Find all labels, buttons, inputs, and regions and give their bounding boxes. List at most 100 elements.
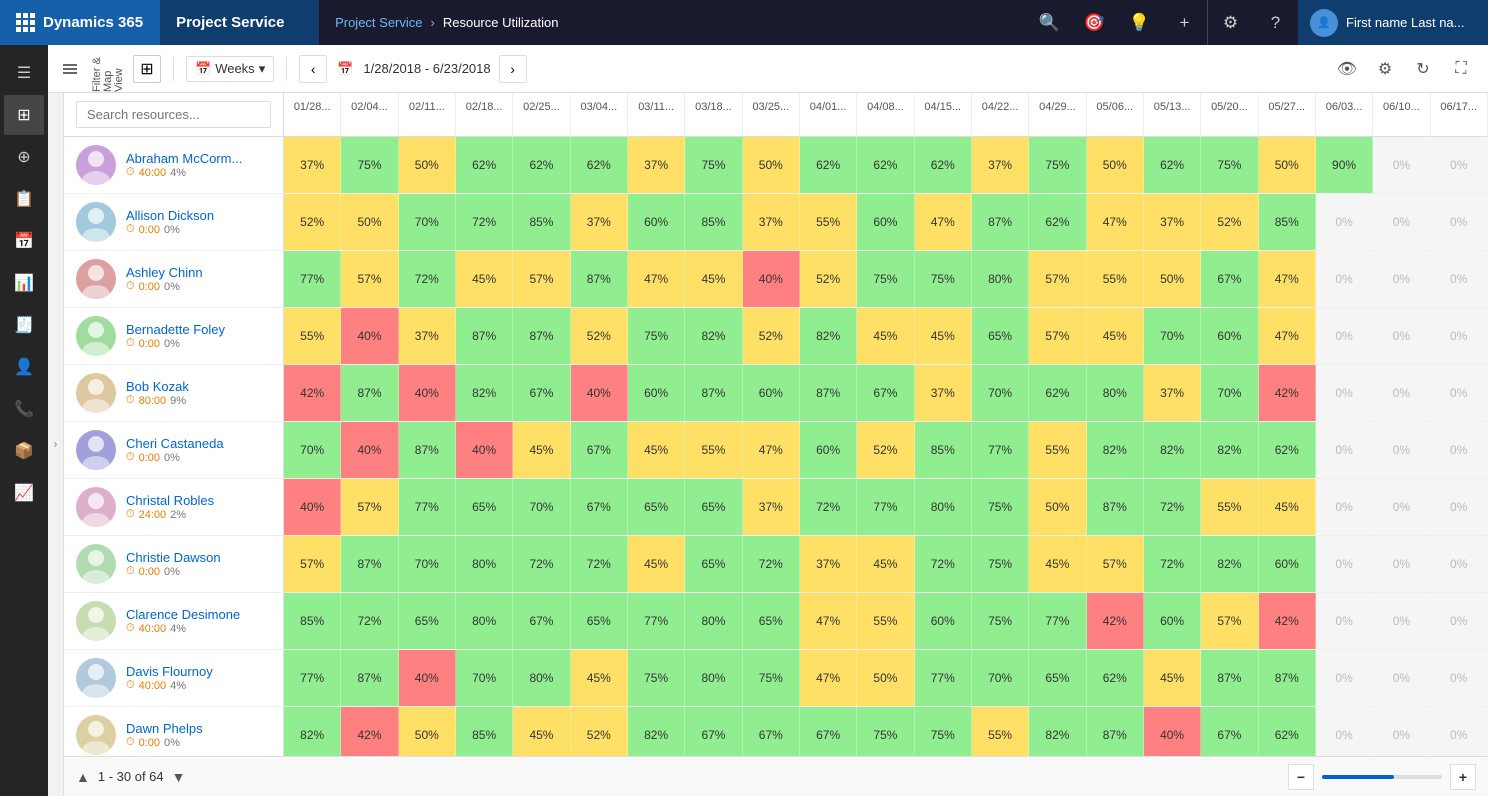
- utilization-cell[interactable]: 47%: [1259, 308, 1316, 364]
- utilization-cell[interactable]: 87%: [341, 365, 398, 421]
- utilization-cell[interactable]: 67%: [571, 422, 628, 478]
- utilization-cell[interactable]: 87%: [513, 308, 570, 364]
- utilization-cell[interactable]: 65%: [628, 479, 685, 535]
- resource-name[interactable]: Christal Robles: [126, 493, 214, 508]
- utilization-cell[interactable]: 0%: [1373, 593, 1430, 649]
- utilization-cell[interactable]: 0%: [1316, 707, 1373, 756]
- resource-name[interactable]: Abraham McCorm...: [126, 151, 242, 166]
- utilization-cell[interactable]: 60%: [628, 194, 685, 250]
- utilization-cell[interactable]: 80%: [456, 536, 513, 592]
- utilization-cell[interactable]: 0%: [1373, 536, 1430, 592]
- resource-name[interactable]: Bob Kozak: [126, 379, 189, 394]
- utilization-cell[interactable]: 75%: [857, 251, 914, 307]
- weeks-selector[interactable]: 📅 Weeks ▾: [186, 56, 274, 82]
- utilization-cell[interactable]: 85%: [513, 194, 570, 250]
- utilization-cell[interactable]: 65%: [456, 479, 513, 535]
- utilization-cell[interactable]: 70%: [399, 536, 456, 592]
- filter-map-button[interactable]: [60, 64, 80, 74]
- sidebar-home[interactable]: ⊞: [4, 95, 44, 135]
- utilization-cell[interactable]: 52%: [284, 194, 341, 250]
- utilization-cell[interactable]: 87%: [1087, 707, 1144, 756]
- utilization-cell[interactable]: 0%: [1373, 251, 1430, 307]
- ps-nav[interactable]: Project Service: [159, 0, 319, 45]
- utilization-cell[interactable]: 72%: [1144, 479, 1201, 535]
- resource-name[interactable]: Ashley Chinn: [126, 265, 203, 280]
- target-icon-btn[interactable]: 🎯: [1072, 0, 1117, 45]
- utilization-cell[interactable]: 42%: [284, 365, 341, 421]
- utilization-cell[interactable]: 77%: [399, 479, 456, 535]
- utilization-cell[interactable]: 37%: [571, 194, 628, 250]
- resource-name[interactable]: Christie Dawson: [126, 550, 221, 565]
- utilization-cell[interactable]: 62%: [857, 137, 914, 193]
- utilization-cell[interactable]: 72%: [456, 194, 513, 250]
- utilization-cell[interactable]: 40%: [1144, 707, 1201, 756]
- utilization-cell[interactable]: 45%: [628, 422, 685, 478]
- utilization-cell[interactable]: 65%: [571, 593, 628, 649]
- utilization-cell[interactable]: 45%: [571, 650, 628, 706]
- utilization-cell[interactable]: 37%: [1144, 365, 1201, 421]
- utilization-cell[interactable]: 87%: [399, 422, 456, 478]
- utilization-cell[interactable]: 0%: [1316, 422, 1373, 478]
- utilization-cell[interactable]: 77%: [628, 593, 685, 649]
- utilization-cell[interactable]: 55%: [857, 593, 914, 649]
- sidebar-reports[interactable]: 📊: [4, 263, 44, 303]
- utilization-cell[interactable]: 57%: [1029, 251, 1086, 307]
- utilization-cell[interactable]: 62%: [1259, 707, 1316, 756]
- utilization-cell[interactable]: 72%: [915, 536, 972, 592]
- utilization-cell[interactable]: 0%: [1373, 137, 1430, 193]
- utilization-cell[interactable]: 67%: [513, 593, 570, 649]
- sidebar-resources[interactable]: ⊕: [4, 137, 44, 177]
- settings-icon-btn[interactable]: ⚙: [1208, 0, 1253, 45]
- utilization-cell[interactable]: 45%: [628, 536, 685, 592]
- zoom-slider[interactable]: [1322, 775, 1442, 779]
- utilization-cell[interactable]: 50%: [857, 650, 914, 706]
- utilization-cell[interactable]: 80%: [513, 650, 570, 706]
- utilization-cell[interactable]: 77%: [284, 251, 341, 307]
- utilization-cell[interactable]: 82%: [1144, 422, 1201, 478]
- utilization-cell[interactable]: 60%: [800, 422, 857, 478]
- utilization-cell[interactable]: 75%: [972, 536, 1029, 592]
- resource-name[interactable]: Clarence Desimone: [126, 607, 240, 622]
- utilization-cell[interactable]: 0%: [1316, 479, 1373, 535]
- sidebar-calendar[interactable]: 📅: [4, 221, 44, 261]
- utilization-cell[interactable]: 52%: [1201, 194, 1258, 250]
- utilization-cell[interactable]: 37%: [284, 137, 341, 193]
- utilization-cell[interactable]: 82%: [1201, 422, 1258, 478]
- utilization-cell[interactable]: 47%: [800, 650, 857, 706]
- utilization-cell[interactable]: 0%: [1373, 308, 1430, 364]
- zoom-in-btn[interactable]: +: [1450, 764, 1476, 790]
- utilization-cell[interactable]: 40%: [341, 308, 398, 364]
- utilization-cell[interactable]: 40%: [571, 365, 628, 421]
- utilization-cell[interactable]: 0%: [1373, 365, 1430, 421]
- fullscreen-btn[interactable]: ⛶: [1446, 54, 1476, 84]
- utilization-cell[interactable]: 62%: [1087, 650, 1144, 706]
- utilization-cell[interactable]: 50%: [1029, 479, 1086, 535]
- utilization-cell[interactable]: 77%: [857, 479, 914, 535]
- utilization-cell[interactable]: 0%: [1431, 707, 1488, 756]
- sidebar-projects[interactable]: 📋: [4, 179, 44, 219]
- zoom-out-btn[interactable]: −: [1288, 764, 1314, 790]
- utilization-cell[interactable]: 0%: [1316, 593, 1373, 649]
- next-period-btn[interactable]: ›: [499, 55, 527, 83]
- utilization-cell[interactable]: 55%: [1029, 422, 1086, 478]
- utilization-cell[interactable]: 75%: [972, 479, 1029, 535]
- utilization-cell[interactable]: 82%: [1029, 707, 1086, 756]
- utilization-cell[interactable]: 67%: [743, 707, 800, 756]
- utilization-cell[interactable]: 42%: [1087, 593, 1144, 649]
- utilization-cell[interactable]: 0%: [1431, 422, 1488, 478]
- utilization-cell[interactable]: 80%: [915, 479, 972, 535]
- utilization-cell[interactable]: 70%: [456, 650, 513, 706]
- utilization-cell[interactable]: 50%: [743, 137, 800, 193]
- utilization-cell[interactable]: 65%: [685, 479, 742, 535]
- utilization-cell[interactable]: 85%: [456, 707, 513, 756]
- utilization-cell[interactable]: 80%: [685, 593, 742, 649]
- utilization-cell[interactable]: 82%: [1201, 536, 1258, 592]
- expand-btn[interactable]: ⊞: [133, 55, 161, 83]
- utilization-cell[interactable]: 62%: [1259, 422, 1316, 478]
- utilization-cell[interactable]: 65%: [743, 593, 800, 649]
- utilization-cell[interactable]: 55%: [1087, 251, 1144, 307]
- bulb-icon-btn[interactable]: 💡: [1117, 0, 1162, 45]
- utilization-cell[interactable]: 67%: [571, 479, 628, 535]
- panel-toggle[interactable]: ›: [48, 93, 64, 796]
- utilization-cell[interactable]: 45%: [1144, 650, 1201, 706]
